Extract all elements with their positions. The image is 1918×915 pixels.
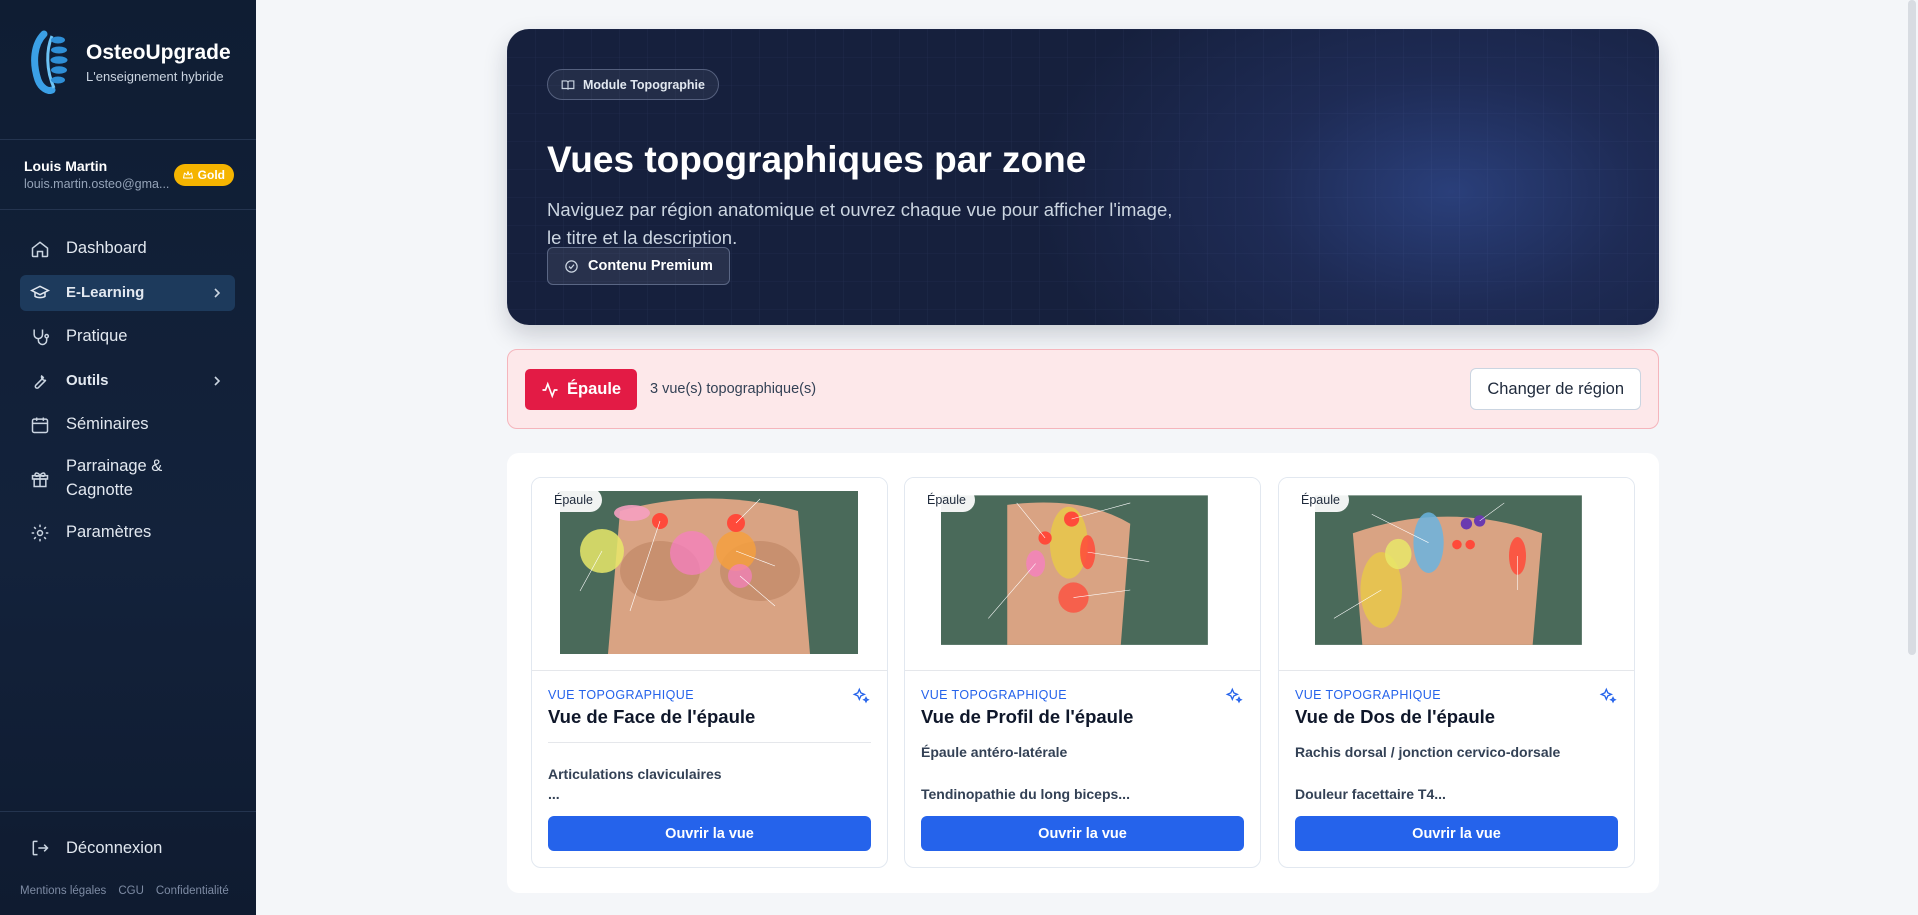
chevron-right-icon: [214, 288, 221, 298]
view-card-profil[interactable]: Épaule VUE TOPOGRAPHIQUE Vue de Profil d…: [904, 477, 1261, 868]
open-view-button[interactable]: Ouvrir la vue: [1295, 816, 1618, 851]
wrench-icon: [34, 374, 47, 389]
footer-link-privacy[interactable]: Confidentialité: [156, 885, 229, 897]
hero-banner: Module Topographie Vues topographiques p…: [507, 29, 1659, 325]
hero-description-line: le titre et la description.: [547, 227, 738, 248]
card-kicker: VUE TOPOGRAPHIQUE: [548, 688, 694, 702]
graduation-cap-icon: [30, 285, 50, 299]
module-chip-label: Module Topographie: [583, 77, 705, 92]
region-name: Épaule: [567, 380, 622, 398]
home-icon: [31, 241, 49, 258]
brand-name: OsteoUpgrade: [86, 40, 231, 64]
activity-icon: [542, 381, 558, 398]
sidebar-item-e-learning[interactable]: E-Learning: [20, 275, 235, 311]
hero-description: Naviguez par région anatomique et ouvrez…: [547, 196, 1247, 252]
region-pill[interactable]: Épaule: [525, 369, 638, 410]
views-grid: Épaule VUE TOPOGRAPHIQUE Vue de Face de …: [507, 453, 1659, 893]
region-bar: Épaule 3 vue(s) topographique(s) Changer…: [507, 349, 1659, 429]
card-description-line: ...: [548, 786, 560, 802]
module-chip: Module Topographie: [547, 69, 719, 100]
region-view-count: 3 vue(s) topographique(s): [650, 381, 817, 397]
card-title: Vue de Dos de l'épaule: [1295, 706, 1496, 727]
sidebar-item-label: Paramètres: [66, 523, 152, 542]
sidebar-item-label: Cagnotte: [66, 481, 133, 499]
sidebar-item-seminaires[interactable]: Séminaires: [20, 407, 235, 443]
open-view-button[interactable]: Ouvrir la vue: [548, 816, 871, 851]
footer-link-cgu[interactable]: CGU: [118, 885, 144, 897]
page-title: Vues topographiques par zone: [547, 139, 1087, 180]
badge-label: Gold: [197, 168, 225, 182]
stethoscope-icon: [33, 329, 50, 346]
shoulder-back-image: [1315, 495, 1582, 645]
sidebar-item-label: Séminaires: [66, 415, 149, 434]
card-kicker: VUE TOPOGRAPHIQUE: [1295, 688, 1441, 702]
sidebar-item-dashboard[interactable]: Dashboard: [20, 231, 235, 267]
sidebar-item-pratique[interactable]: Pratique: [20, 319, 235, 355]
divider: [0, 811, 256, 812]
sparkles-icon: [1599, 687, 1617, 704]
premium-content-button[interactable]: Contenu Premium: [547, 247, 730, 285]
view-card-dos[interactable]: Épaule VUE TOPOGRAPHIQUE Vue de Dos de l…: [1278, 477, 1635, 868]
card-image[interactable]: Épaule: [1279, 478, 1634, 671]
card-description-line: Articulations claviculaires: [548, 766, 722, 782]
sidebar-item-label: Dashboard: [66, 239, 147, 258]
brand-tagline: L'enseignement hybride: [86, 68, 224, 84]
user-email: louis.martin.osteo@gma...: [24, 177, 170, 191]
divider: [0, 209, 256, 210]
sidebar-item-outils[interactable]: Outils: [20, 363, 235, 399]
view-card-face[interactable]: Épaule VUE TOPOGRAPHIQUE Vue de Face de …: [531, 477, 888, 868]
sidebar-item-label: Parrainage &: [66, 457, 163, 476]
open-view-button[interactable]: Ouvrir la vue: [921, 816, 1244, 851]
card-image[interactable]: Épaule: [905, 478, 1260, 671]
card-region-tag: Épaule: [542, 488, 602, 512]
sidebar-item-label: E-Learning: [66, 284, 145, 302]
divider: [0, 139, 256, 140]
shoulder-side-image: [941, 495, 1208, 645]
brand[interactable]: OsteoUpgrade L'enseignement hybride: [28, 30, 231, 94]
change-region-button[interactable]: Changer de région: [1470, 368, 1641, 410]
shoulder-front-image: [560, 491, 858, 654]
card-subtitle: Épaule antéro-latérale: [921, 744, 1068, 760]
sidebar-item-label: Pratique: [66, 327, 128, 346]
card-title: Vue de Profil de l'épaule: [921, 706, 1134, 727]
check-circle-icon: [565, 259, 578, 273]
gear-icon: [31, 524, 49, 542]
book-open-icon: [561, 79, 575, 90]
sidebar-nav: Dashboard E-Learning Pratique Outils Sém…: [20, 231, 235, 559]
footer-link-legal[interactable]: Mentions légales: [20, 885, 106, 897]
sparkles-icon: [852, 687, 870, 704]
logout-icon: [32, 840, 49, 856]
card-description: Tendinopathie du long biceps...: [921, 786, 1130, 802]
card-divider: [548, 742, 871, 743]
sparkles-icon: [1225, 687, 1243, 704]
chevron-right-icon: [214, 376, 221, 386]
status-badge: Gold: [173, 164, 234, 186]
card-subtitle: Rachis dorsal / jonction cervico-dorsale: [1295, 744, 1561, 760]
page-scrollbar[interactable]: [1908, 0, 1916, 655]
gift-icon: [31, 472, 49, 488]
sidebar: OsteoUpgrade L'enseignement hybride Loui…: [0, 0, 256, 915]
sidebar-item-label: Outils: [66, 372, 109, 390]
sidebar-item-label-wrap: Parrainage & Cagnotte: [66, 455, 162, 503]
sidebar-item-parametres[interactable]: Paramètres: [20, 515, 235, 551]
logout-button[interactable]: Déconnexion: [30, 838, 162, 858]
card-description: Douleur facettaire T4...: [1295, 786, 1446, 802]
user-card[interactable]: Louis Martin louis.martin.osteo@gma... G…: [24, 158, 234, 191]
footer-links: Mentions légales CGU Confidentialité: [20, 885, 229, 897]
card-region-tag: Épaule: [1289, 488, 1349, 512]
card-image[interactable]: Épaule: [532, 478, 887, 671]
hero-description-line: Naviguez par région anatomique et ouvrez…: [547, 199, 1173, 220]
sidebar-item-parrainage[interactable]: Parrainage & Cagnotte: [20, 451, 235, 507]
card-region-tag: Épaule: [915, 488, 975, 512]
card-title: Vue de Face de l'épaule: [548, 706, 756, 727]
card-kicker: VUE TOPOGRAPHIQUE: [921, 688, 1067, 702]
spine-logo-icon: [31, 30, 68, 94]
calendar-icon: [31, 417, 49, 434]
logout-label: Déconnexion: [66, 838, 163, 857]
card-description: Articulations claviculaires ...: [548, 764, 722, 804]
crown-icon: [182, 171, 193, 179]
premium-content-label: Contenu Premium: [588, 258, 713, 274]
